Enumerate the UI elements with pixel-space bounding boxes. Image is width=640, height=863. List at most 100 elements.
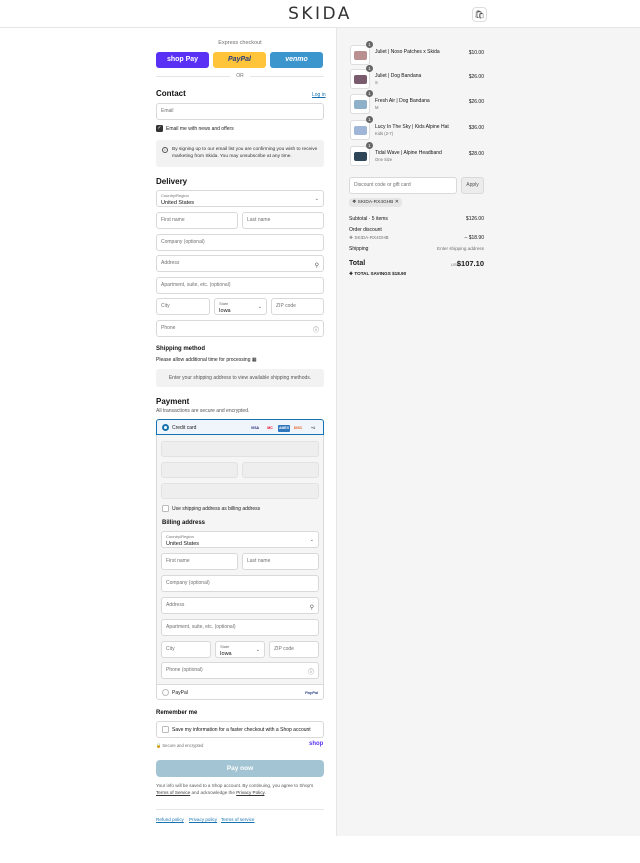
billing-apartment-field[interactable]: Apartment, suite, etc. (optional) [161,619,319,636]
total-value: $107.10 [456,259,484,268]
credit-card-radio[interactable] [162,424,169,431]
remove-discount-icon[interactable]: ✕ [395,200,399,205]
product-image [354,75,367,84]
header: SKIDA 🛍 [0,0,640,28]
shipping-placeholder: Enter your shipping address to view avai… [156,369,324,387]
item-price: $28.00 [468,151,484,157]
first-name-placeholder: First name [161,217,185,223]
billing-city-placeholder: City [166,646,175,652]
shipping-note: Please allow additional time for process… [156,357,257,363]
billing-city-field[interactable]: City [161,641,211,658]
chevron-down-icon: ⌄ [255,647,260,653]
shop-pay-button[interactable]: shop Pay [156,52,209,68]
chevron-down-icon: ⌄ [309,537,314,543]
company-field[interactable]: Company (optional) [156,234,324,251]
total-savings: ❖ TOTAL SAVINGS $18.90 [349,271,406,277]
phone-placeholder: Phone [161,325,176,331]
discount-field[interactable]: Discount code or gift card [349,177,457,194]
product-image [354,126,367,135]
name-on-card-field[interactable] [161,483,319,499]
paypal-option[interactable]: PayPal PayPal [156,684,324,700]
legal-text-2: and acknowledge the [191,789,235,795]
login-link[interactable]: Log in [312,92,326,98]
footer-divider [156,809,324,810]
shipping-heading: Shipping method [156,346,205,352]
billing-country-select[interactable]: Country/Region United States ⌄ [161,531,319,548]
shipping-label: Shipping [349,246,369,252]
last-name-field[interactable]: Last name [242,212,324,229]
privacy-link[interactable]: Privacy Policy [236,790,264,795]
remember-checkbox[interactable] [162,726,169,733]
country-select[interactable]: Country/Region United States ⌄ [156,190,324,207]
card-number-field[interactable] [161,441,319,457]
expiration-field[interactable] [161,462,238,478]
info-icon: i [162,147,168,153]
help-icon[interactable]: ⓘ [308,666,314,681]
email-field[interactable]: Email [156,103,324,120]
use-shipping-checkbox[interactable] [162,505,169,512]
apartment-field[interactable]: Apartment, suite, etc. (optional) [156,277,324,294]
billing-phone-field[interactable]: Phone (optional) ⓘ [161,662,319,679]
phone-field[interactable]: Phone ⓘ [156,320,324,337]
remember-option[interactable]: Save my information for a faster checkou… [156,721,324,738]
product-thumbnail [350,94,370,114]
delivery-heading: Delivery [156,177,188,186]
venmo-button[interactable]: venmo [270,52,323,68]
city-field[interactable]: City [156,298,210,315]
billing-last-placeholder: Last name [247,558,271,564]
shipping-value: Enter shipping address [437,246,484,251]
first-name-field[interactable]: First name [156,212,238,229]
terms-of-service-link[interactable]: Terms of service [221,817,254,822]
email-notice: i By signing up to our email list you ar… [156,140,324,167]
billing-zip-placeholder: ZIP code [274,646,294,652]
state-select[interactable]: State Iowa ⌄ [214,298,267,315]
billing-address-field[interactable]: Address ⚲ [161,597,319,614]
product-thumbnail [350,69,370,89]
lock-icon: 🔒 [156,743,162,748]
security-code-field[interactable] [242,462,319,478]
billing-first-placeholder: First name [166,558,190,564]
item-name: Lucy In The Sky | Kids Alpine Hat [375,124,449,130]
item-variant: S [375,80,378,85]
search-icon: ⚲ [309,605,314,611]
billing-state-select[interactable]: State Iowa ⌄ [215,641,265,658]
remember-heading: Remember me [156,710,198,716]
privacy-policy-link[interactable]: Privacy policy [189,817,217,822]
paypal-radio[interactable] [162,689,169,696]
discount-value: – $18.90 [464,235,484,241]
terms-link[interactable]: Terms of Service [156,790,190,795]
item-price: $26.00 [468,74,484,80]
zip-field[interactable]: ZIP code [271,298,324,315]
billing-last-name-field[interactable]: Last name [242,553,319,570]
cart-item: 1 Tidal Wave | Alpine Headband One Size $28… [349,142,484,168]
credit-card-option[interactable]: Credit card VISA MC AMEX DISC +4 [156,419,324,435]
discount-code-label: SKIDA-RX4GHB [354,235,389,240]
discount-tag: ❖ SKIDA-RX4GHB ✕ [349,198,402,207]
apply-button[interactable]: Apply [461,177,484,194]
help-icon[interactable]: ⓘ [313,324,319,339]
shopping-bag-icon[interactable]: 🛍 [472,7,487,22]
billing-state-label: State [220,644,230,649]
company-placeholder: Company (optional) [161,239,205,245]
refund-policy-link[interactable]: Refund policy [156,817,184,822]
chevron-down-icon: ⌄ [314,196,319,202]
skida-logo[interactable]: SKIDA [0,4,640,24]
quantity-badge: 1 [366,90,373,97]
paypal-button[interactable]: PayPal [213,52,266,68]
pay-now-button[interactable]: Pay now [156,760,324,777]
item-price: $26.00 [468,99,484,105]
news-checkbox[interactable]: ✓ [156,125,163,132]
express-checkout-label: Express checkout [218,40,262,46]
product-image [354,152,367,161]
billing-company-field[interactable]: Company (optional) [161,575,319,592]
secure-note: 🔒 Secure and encrypted [156,743,203,749]
billing-zip-field[interactable]: ZIP code [269,641,319,658]
shipping-note-text: Please allow additional time for process… [156,357,251,363]
item-name: Juliet | Noso Patches x Skida [375,49,440,55]
billing-first-name-field[interactable]: First name [161,553,238,570]
billing-country-label: Country/Region [166,534,194,539]
secure-text: Secure and encrypted [162,743,204,748]
quantity-badge: 1 [366,116,373,123]
address-field[interactable]: Address ⚲ [156,255,324,272]
mastercard-icon: MC [267,426,273,430]
